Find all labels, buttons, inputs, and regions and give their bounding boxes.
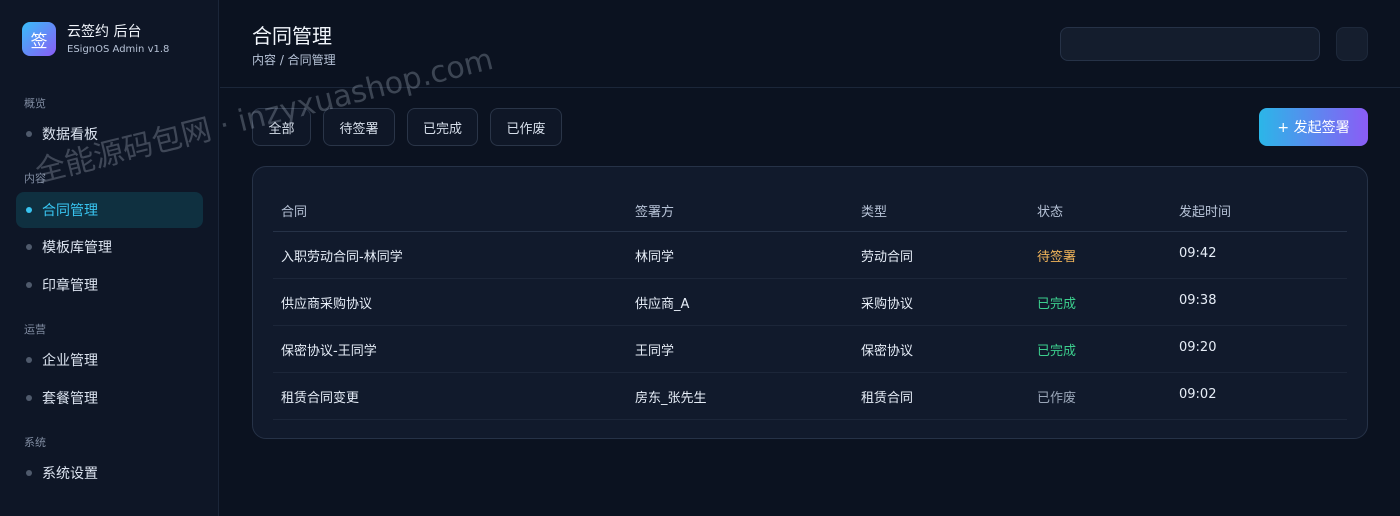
- table-row[interactable]: 保密协议-王同学 王同学 保密协议 已完成 09:20: [273, 325, 1347, 373]
- table-row[interactable]: 供应商采购协议 供应商_A 采购协议 已完成 09:38: [273, 278, 1347, 326]
- status-badge: 待签署: [1037, 250, 1077, 265]
- table-row[interactable]: 租赁合同变更 房东_张先生 租赁合同 已作废 09:02: [273, 372, 1347, 420]
- filter-voided-button[interactable]: 已作废: [490, 108, 562, 146]
- status-badge: 已作废: [1037, 391, 1077, 406]
- contracts-table: 合同 签署方 类型 状态 发起时间 入职劳动合同-林同学 林同学 劳动合同 待签…: [252, 166, 1368, 439]
- page-title: 合同管理: [252, 24, 332, 48]
- bullet-icon: [26, 207, 32, 213]
- bullet-icon: [26, 131, 32, 137]
- sidebar-item-label: 套餐管理: [42, 391, 98, 407]
- app-version: ESignOS Admin v1.8: [67, 44, 170, 55]
- cell-time: 09:38: [1179, 293, 1217, 308]
- cell-contract: 供应商采购协议: [281, 297, 373, 312]
- cell-time: 09:20: [1179, 340, 1217, 355]
- cell-contract: 保密协议-王同学: [281, 344, 377, 359]
- breadcrumb: 内容 / 合同管理: [252, 53, 336, 67]
- sidebar-item-label: 印章管理: [42, 278, 98, 294]
- sidebar-item-seals[interactable]: 印章管理: [16, 267, 203, 303]
- cell-time: 09:02: [1179, 387, 1217, 402]
- sidebar-item-label: 模板库管理: [42, 240, 112, 256]
- sidebar: 签 云签约 后台 ESignOS Admin v1.8 概览 数据看板 内容 合…: [0, 0, 219, 516]
- app-title: 云签约 后台: [67, 24, 142, 40]
- table-header: 合同 签署方 类型 状态 发起时间: [273, 185, 1347, 232]
- bullet-icon: [26, 470, 32, 476]
- filter-completed-button[interactable]: 已完成: [407, 108, 478, 146]
- table-row[interactable]: 入职劳动合同-林同学 林同学 劳动合同 待签署 09:42: [273, 231, 1347, 279]
- brand: 签 云签约 后台 ESignOS Admin v1.8: [22, 22, 169, 56]
- cell-party: 王同学: [635, 344, 675, 359]
- nav-group-overview: 概览: [24, 97, 46, 110]
- cell-party: 房东_张先生: [635, 391, 707, 406]
- cell-type: 租赁合同: [861, 391, 914, 406]
- app-logo: 签: [22, 22, 56, 56]
- bullet-icon: [26, 395, 32, 401]
- app: 签 云签约 后台 ESignOS Admin v1.8 概览 数据看板 内容 合…: [0, 0, 1400, 516]
- cell-contract: 租赁合同变更: [281, 391, 360, 406]
- column-header-status[interactable]: 状态: [1037, 201, 1063, 220]
- status-badge: 已完成: [1037, 344, 1077, 359]
- column-header-contract[interactable]: 合同: [281, 201, 307, 220]
- column-header-time[interactable]: 发起时间: [1179, 201, 1231, 220]
- sidebar-item-contracts[interactable]: 合同管理: [16, 192, 203, 228]
- sidebar-item-enterprises[interactable]: 企业管理: [16, 342, 203, 378]
- cell-type: 保密协议: [861, 344, 914, 359]
- bullet-icon: [26, 357, 32, 363]
- cell-contract: 入职劳动合同-林同学: [281, 250, 403, 265]
- sidebar-item-label: 合同管理: [42, 203, 98, 219]
- search-input[interactable]: [1060, 27, 1320, 61]
- cell-time: 09:42: [1179, 246, 1217, 261]
- cell-type: 劳动合同: [861, 250, 914, 265]
- sidebar-item-label: 企业管理: [42, 353, 98, 369]
- cell-party: 供应商_A: [635, 297, 690, 312]
- nav-group-system: 系统: [24, 436, 46, 449]
- sidebar-item-plans[interactable]: 套餐管理: [16, 380, 203, 416]
- cell-party: 林同学: [635, 250, 675, 265]
- start-signing-button[interactable]: + 发起签署: [1259, 108, 1368, 146]
- bullet-icon: [26, 282, 32, 288]
- header-action-button[interactable]: [1336, 27, 1368, 61]
- nav-group-operations: 运营: [24, 323, 46, 336]
- bullet-icon: [26, 244, 32, 250]
- sidebar-item-settings[interactable]: 系统设置: [16, 455, 203, 491]
- column-header-party[interactable]: 签署方: [635, 201, 674, 220]
- status-badge: 已完成: [1037, 297, 1077, 312]
- sidebar-item-label: 系统设置: [42, 466, 98, 482]
- cell-type: 采购协议: [861, 297, 914, 312]
- sidebar-item-templates[interactable]: 模板库管理: [16, 229, 203, 265]
- column-header-type[interactable]: 类型: [861, 201, 887, 220]
